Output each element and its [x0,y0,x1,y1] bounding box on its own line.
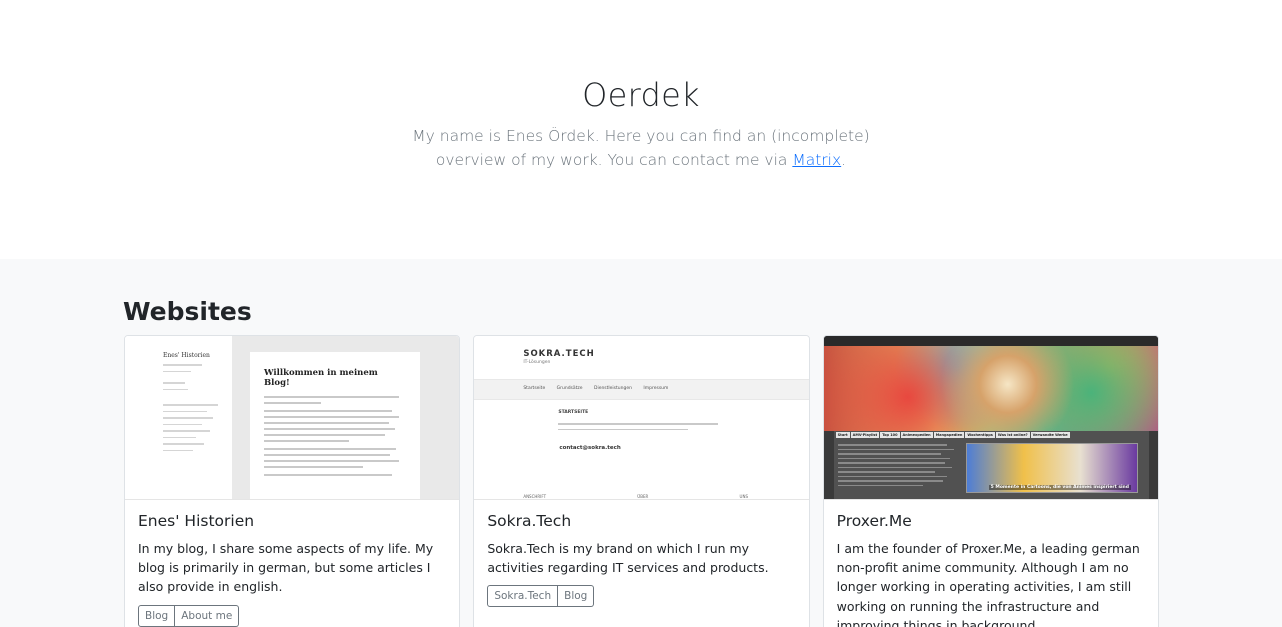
thumb-sidebar: Enes' Historien [125,336,232,499]
intro-text: My name is Enes Ördek. Here you can find… [381,124,901,172]
thumb-sidebar-lines [163,364,218,456]
card-list: Enes' Historien Willkommen in meinem Blo… [124,335,1159,627]
thumb-tabs: Start AMV-Playlist Top 100 Animexpedien … [835,432,1070,438]
thumb-content-heading: STARTSEITE [558,410,589,415]
section-title: Websites [123,297,252,326]
sokra-tech-button[interactable]: Sokra.Tech [487,585,559,608]
thumb-footer: ANSCHRIFT ÜBER UNS [523,494,749,499]
thumb-mail: contact@sokra.tech [559,445,621,451]
card-body: Enes' Historien In my blog, I share some… [125,500,459,627]
thumb-heading: Willkommen in meinem Blog! [264,368,378,388]
thumb-subtitle: IT-Lösungen [523,360,551,365]
page-title: Oerdek [582,76,700,114]
card-button-group: Blog About me [138,604,240,627]
card-thumbnail-proxer: Start AMV-Playlist Top 100 Animexpedien … [823,336,1158,500]
card-proxer-me: Start AMV-Playlist Top 100 Animexpedien … [822,335,1159,627]
card-body: Sokra.Tech Sokra.Tech is my brand on whi… [474,500,808,619]
thumb-topbar [823,336,1158,346]
card-text: Sokra.Tech is my brand on which I run my… [487,541,769,576]
blog-button[interactable]: Blog [138,604,176,627]
thumb-article: Willkommen in meinem Blog! [250,352,420,499]
about-me-button[interactable]: About me [175,604,240,627]
thumb-main: Willkommen in meinem Blog! [232,336,460,499]
blog-button[interactable]: Blog [558,585,595,608]
card-sokra-tech: SOKRA.TECH IT-Lösungen Startseite Grunds… [473,335,810,627]
thumb-tab: Start [835,432,850,438]
thumb-artwork [823,346,1158,431]
card-text: I am the founder of Proxer.Me, a leading… [836,541,1140,627]
card-body: Proxer.Me I am the founder of Proxer.Me,… [824,500,1158,627]
thumb-tab: Top 100 [880,432,900,438]
intro-trailing: . [841,151,847,169]
card-thumbnail-blog: Enes' Historien Willkommen in meinem Blo… [125,336,460,500]
thumb-brand: SOKRA.TECH [523,349,595,359]
thumb-tab: AMV-Playlist [850,432,880,438]
thumb-tab: Mangapedien [933,432,965,438]
card-enes-historien: Enes' Historien Willkommen in meinem Blo… [124,335,461,627]
thumb-content: STARTSEITE [558,410,719,434]
thumb-text-lines [837,444,960,489]
thumb-site-title: Enes' Historien [163,352,210,359]
thumb-tab: Was ist online? [995,432,1030,438]
card-title: Enes' Historien [138,512,255,530]
websites-section: Websites Enes' Historien Willkommen in m… [0,259,1282,627]
card-title: Sokra.Tech [487,512,572,530]
card-thumbnail-sokra: SOKRA.TECH IT-Lösungen Startseite Grunds… [474,336,809,500]
hero: Oerdek My name is Enes Ördek. Here you c… [0,0,1282,259]
matrix-link[interactable]: Matrix [792,151,841,169]
thumb-tab: Animexpedien [900,432,933,438]
card-title: Proxer.Me [836,512,912,530]
card-button-group: Sokra.Tech Blog [487,585,595,608]
thumb-featured-caption: 5 Momente in Cartoons, die von Animes in… [988,485,1131,490]
container: Websites Enes' Historien Willkommen in m… [123,297,1159,627]
thumb-tab: Wochentipps [965,432,995,438]
thumb-nav: Startseite Grundsätze Dienstleistungen I… [523,386,669,391]
thumb-tab: Verwandte Werke [1030,432,1070,438]
card-text: In my blog, I share some aspects of my l… [138,541,434,595]
